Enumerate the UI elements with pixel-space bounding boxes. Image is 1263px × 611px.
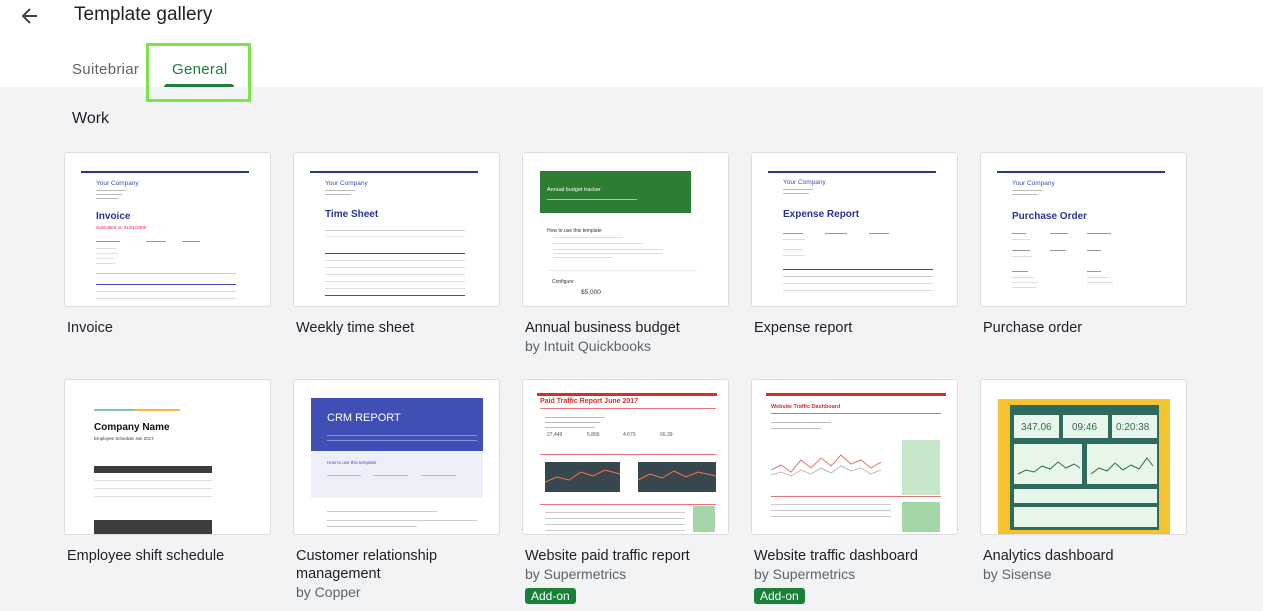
thumb-heading: Paid Traffic Report June 2017 (540, 398, 639, 405)
template-thumbnail: Company Name Employee Schedule Jan 2017 (64, 379, 271, 535)
thumb-company: Your Company (783, 179, 826, 186)
thumb-company: Your Company (96, 180, 139, 187)
thumb-heading: Purchase Order (1012, 211, 1088, 222)
thumb-configure: Configure (552, 279, 574, 285)
template-card-website-traffic-dashboard[interactable]: Website Traffic Dashboard Website traffi… (751, 379, 958, 605)
thumb-section: How to use this template (547, 228, 602, 234)
template-card-website-paid-traffic-report[interactable]: Paid Traffic Report June 2017 27,449 5,8… (522, 379, 729, 605)
template-title: Expense report (754, 320, 853, 336)
thumb-value-2: 09:46 (1072, 422, 1098, 433)
template-card-weekly-time-sheet[interactable]: Your Company Time Sheet Weekly time shee… (293, 152, 500, 337)
template-thumbnail: CRM REPORT How to use this template (293, 379, 500, 535)
thumb-value-3: 0:20:38 (1116, 422, 1150, 433)
template-author: by Supermetrics (525, 566, 627, 582)
thumb-company: Your Company (325, 180, 368, 187)
tab-suitebriar[interactable]: Suitebriar (72, 61, 139, 78)
arrow-back-icon (21, 8, 37, 24)
header: Template gallery Suitebriar General (0, 0, 1263, 102)
template-thumbnail: Your Company Purchase Order (980, 152, 1187, 307)
template-author: by Intuit Quickbooks (525, 338, 652, 354)
template-title: Customer relationship management (296, 548, 438, 582)
thumb-note: Employee Schedule Jan 2017 (94, 436, 154, 441)
template-title: Website traffic dashboard (754, 548, 918, 564)
template-thumbnail: Your Company Invoice Submitted on 01/01/… (64, 152, 271, 307)
thumb-heading: CRM REPORT (327, 412, 401, 424)
thumb-section: How to use this template (327, 460, 377, 465)
tab-general[interactable]: General (172, 61, 227, 78)
thumb-heading: Company Name (94, 422, 170, 433)
thumb-value-1: 347.06 (1021, 422, 1052, 433)
thumb-heading: Annual budget tracker (547, 187, 601, 193)
template-card-analytics-dashboard[interactable]: 347.06 09:46 0:20:38 Analytics dashboard… (980, 379, 1187, 583)
template-author: by Sisense (983, 566, 1052, 582)
template-card-purchase-order[interactable]: Your Company Purchase Order Purchase ord… (980, 152, 1187, 337)
thumb-note: Submitted on 01/01/2000 (96, 225, 147, 230)
template-thumbnail: Your Company Time Sheet (293, 152, 500, 307)
template-card-invoice[interactable]: Your Company Invoice Submitted on 01/01/… (64, 152, 271, 337)
addon-badge: Add-on (525, 588, 576, 604)
thumb-heading: Time Sheet (325, 209, 379, 220)
template-thumbnail: Your Company Expense Report (751, 152, 958, 307)
section-title-work: Work (72, 110, 110, 127)
template-card-employee-shift-schedule[interactable]: Company Name Employee Schedule Jan 2017 … (64, 379, 271, 565)
template-card-customer-relationship-management[interactable]: CRM REPORT How to use this template Cust… (293, 379, 500, 601)
template-card-annual-business-budget[interactable]: Annual budget tracker How to use this te… (522, 152, 729, 355)
template-author: by Supermetrics (754, 566, 856, 582)
template-card-expense-report[interactable]: Your Company Expense Report Expense repo… (751, 152, 958, 337)
template-title: Website paid traffic report (525, 548, 690, 564)
thumb-heading: Invoice (96, 211, 131, 222)
template-thumbnail: 347.06 09:46 0:20:38 (980, 379, 1187, 535)
template-author: by Copper (296, 584, 361, 600)
thumb-amount: $5,000 (581, 289, 601, 296)
active-tab-indicator (164, 84, 234, 87)
template-title: Purchase order (983, 320, 1083, 336)
addon-badge: Add-on (754, 588, 805, 604)
page-title: Template gallery (74, 4, 213, 25)
template-thumbnail: Annual budget tracker How to use this te… (522, 152, 729, 307)
back-button[interactable] (14, 2, 46, 30)
thumb-company: Your Company (1012, 180, 1055, 187)
template-thumbnail: Website Traffic Dashboard (751, 379, 958, 535)
template-thumbnail: Paid Traffic Report June 2017 27,449 5,8… (522, 379, 729, 535)
template-title: Analytics dashboard (983, 548, 1114, 564)
thumb-heading: Expense Report (783, 209, 860, 220)
thumb-heading: Website Traffic Dashboard (771, 404, 841, 410)
template-title: Annual business budget (525, 320, 680, 336)
template-title: Weekly time sheet (296, 320, 415, 336)
template-title: Employee shift schedule (67, 548, 225, 564)
template-title: Invoice (67, 320, 113, 336)
